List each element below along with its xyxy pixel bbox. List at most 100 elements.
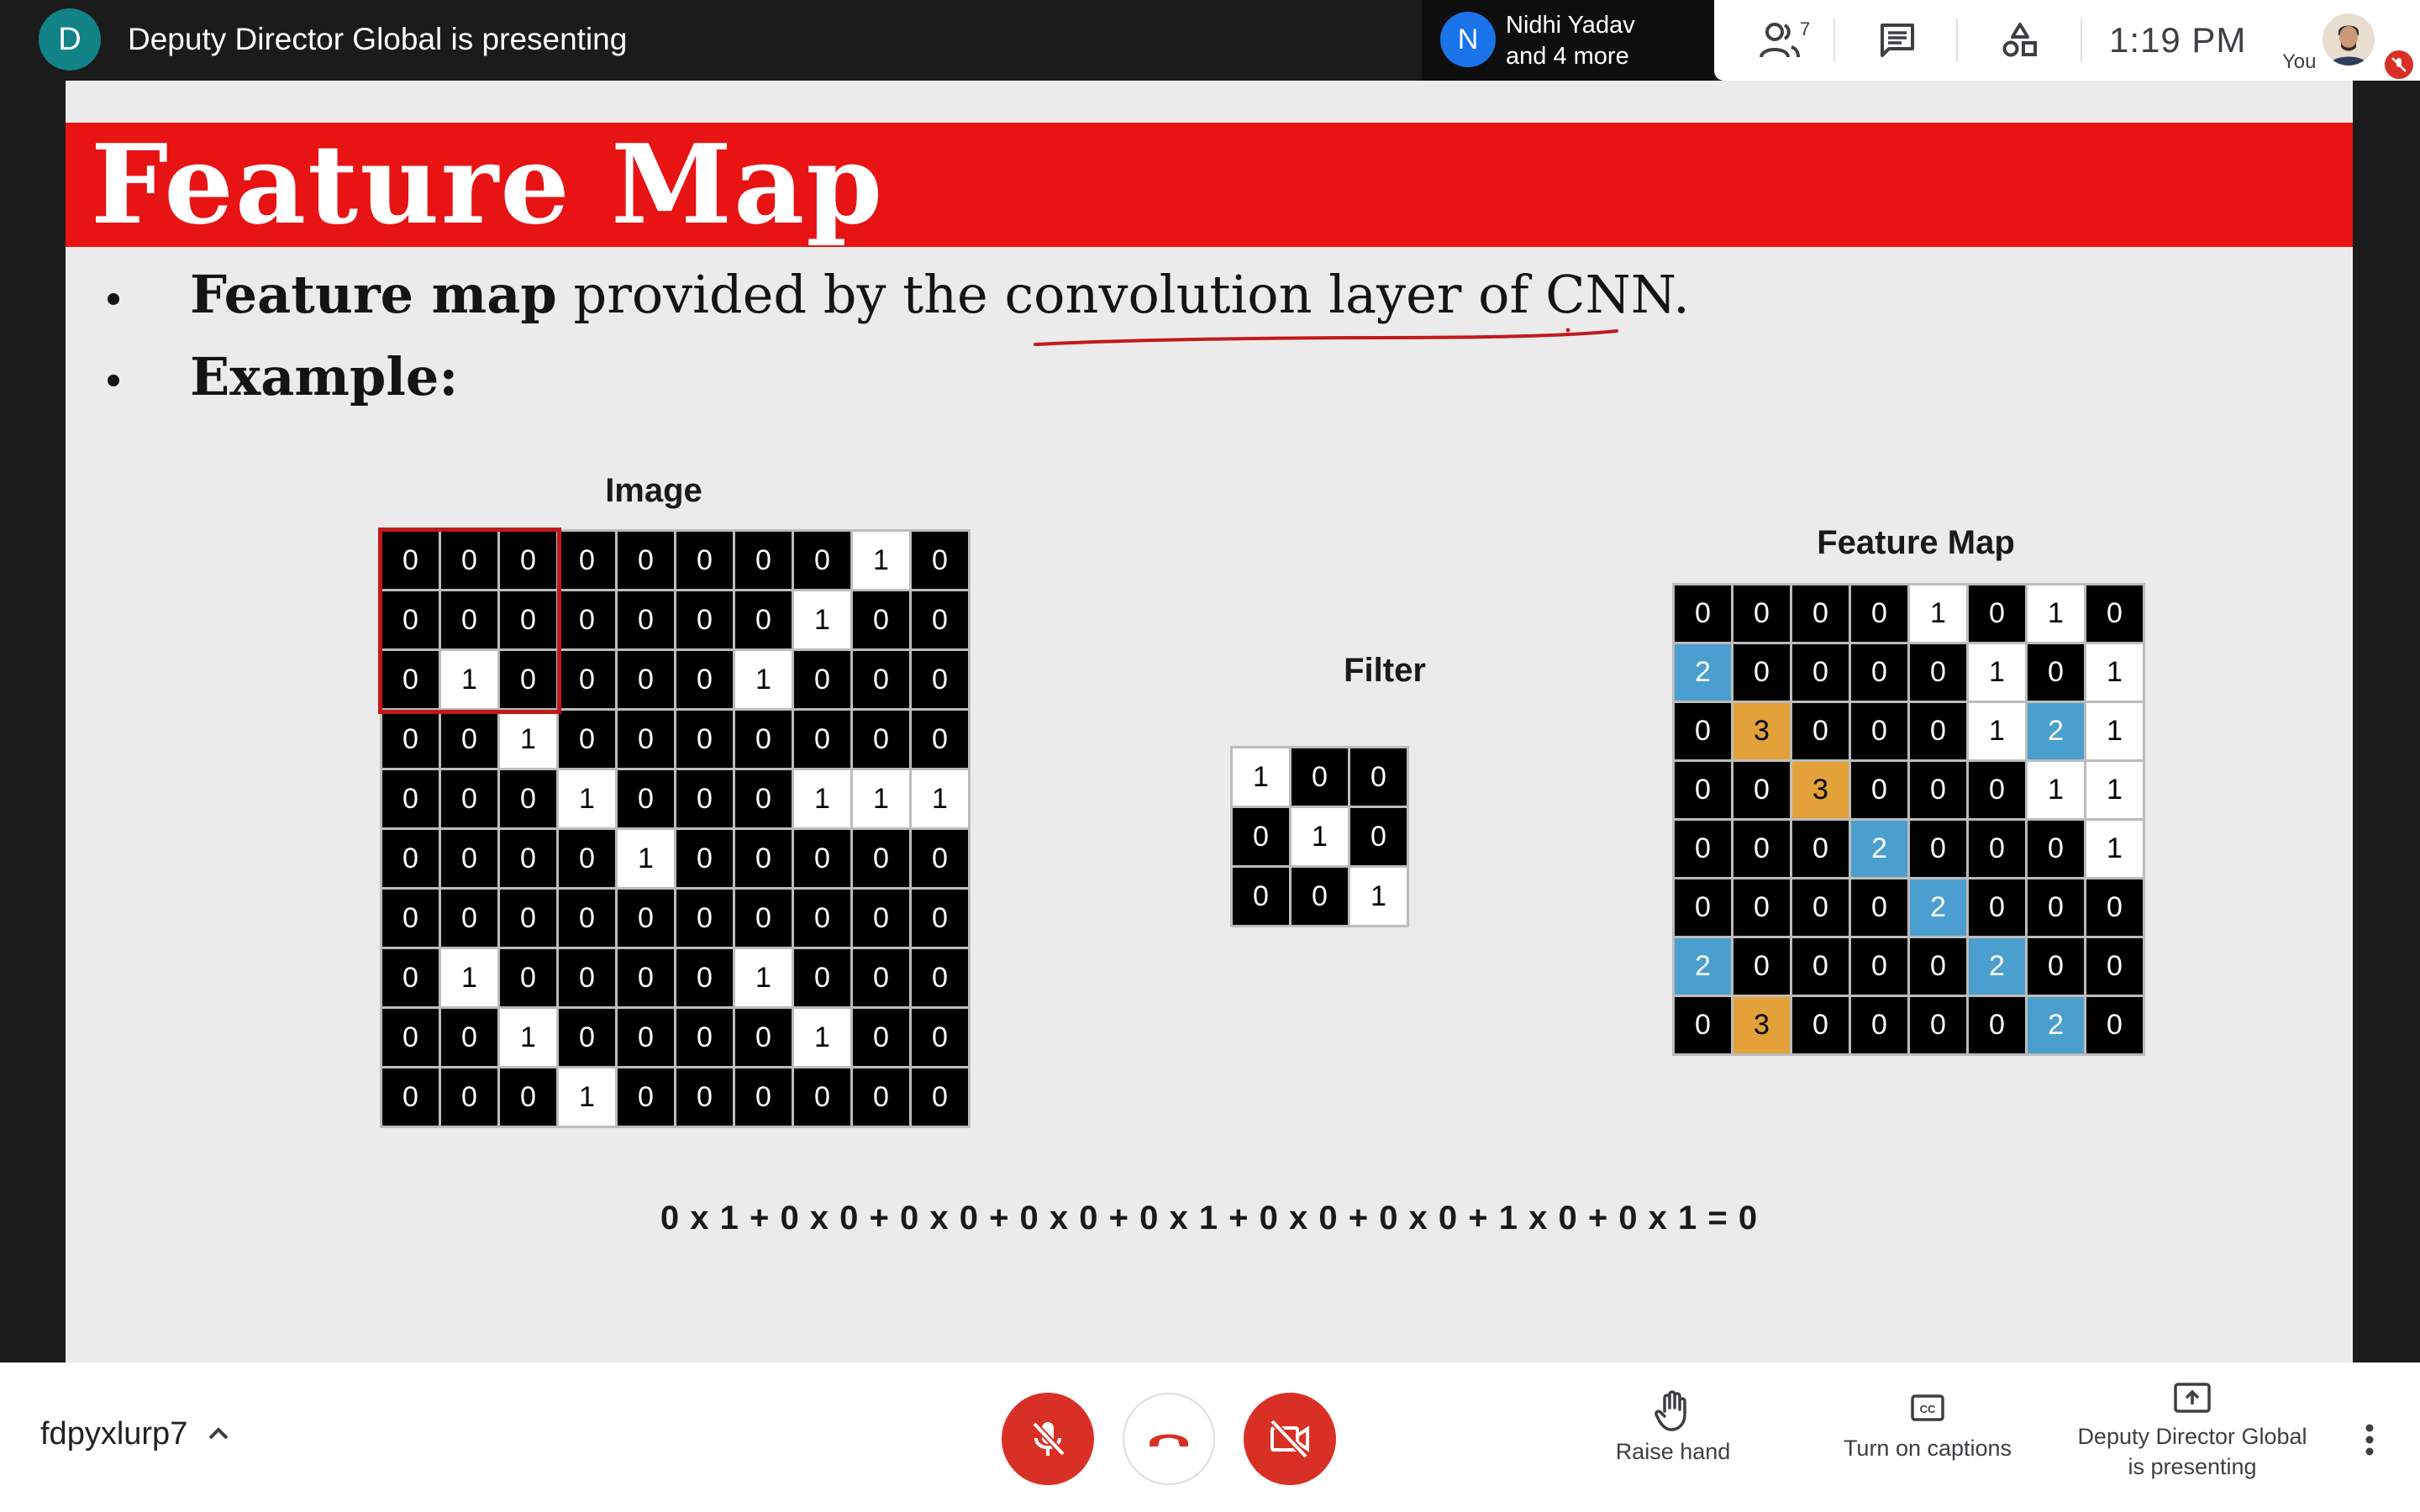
camera-toggle-button[interactable] xyxy=(1244,1393,1336,1485)
camera-off-icon xyxy=(1270,1419,1309,1459)
grid-cell: 0 xyxy=(2028,938,2084,995)
grid-cell: 0 xyxy=(441,770,497,827)
grid-cell: 0 xyxy=(618,1009,674,1066)
grid-cell: 1 xyxy=(441,949,497,1006)
self-avatar[interactable] xyxy=(2323,13,2375,66)
grid-cell: 2 xyxy=(1851,821,1907,877)
grid-cell: 0 xyxy=(500,830,556,887)
grid-cell: 0 xyxy=(1851,585,1907,642)
activities-button[interactable] xyxy=(1996,17,2044,64)
grid-cell: 0 xyxy=(618,711,674,768)
grid-cell: 0 xyxy=(1792,644,1849,701)
grid-cell: 0 xyxy=(500,890,556,947)
grid-cell: 1 xyxy=(559,1068,615,1126)
grid-cell: 0 xyxy=(1792,879,1849,936)
grid-cell: 0 xyxy=(1969,821,2025,877)
chevron-up-icon[interactable] xyxy=(205,1420,232,1446)
bullet-dot xyxy=(108,293,119,305)
grid-cell: 0 xyxy=(676,770,733,827)
participant-name: Nidhi Yadav xyxy=(1506,12,1635,39)
people-count: 7 xyxy=(1800,18,1811,39)
grid-cell: 3 xyxy=(1733,997,1790,1053)
grid-cell: 0 xyxy=(618,1068,674,1126)
grid-cell: 1 xyxy=(559,770,615,827)
grid-cell: 0 xyxy=(2086,585,2143,642)
grid-cell: 1 xyxy=(2086,762,2143,818)
grid-cell: 0 xyxy=(500,770,556,827)
grid-cell: 0 xyxy=(1910,644,1966,701)
grid-cell: 0 xyxy=(794,1068,850,1126)
grid-cell: 0 xyxy=(1350,748,1407,806)
grid-cell: 1 xyxy=(735,949,792,1006)
grid-cell: 0 xyxy=(912,711,968,768)
captions-button[interactable]: CC Turn on captions xyxy=(1828,1388,2027,1463)
grid-cell: 0 xyxy=(912,1009,968,1066)
mic-off-icon xyxy=(1032,1421,1065,1457)
raise-hand-button[interactable]: Raise hand xyxy=(1597,1388,1749,1467)
grid-cell: 0 xyxy=(676,591,733,648)
grid-cell: 0 xyxy=(618,770,674,827)
grid-cell: 1 xyxy=(912,770,968,827)
grid-cell: 2 xyxy=(2028,997,2084,1053)
captions-label: Turn on captions xyxy=(1843,1436,2012,1461)
grid-cell: 0 xyxy=(676,651,733,708)
grid-cell: 0 xyxy=(1675,703,1731,759)
divider xyxy=(2081,18,2082,62)
grid-cell: 0 xyxy=(1969,879,2025,936)
grid-cell: 0 xyxy=(735,532,792,589)
grid-cell: 0 xyxy=(2028,879,2084,936)
grid-cell: 3 xyxy=(1792,762,1849,818)
grid-cell: 1 xyxy=(853,770,909,827)
raise-hand-icon xyxy=(1655,1390,1686,1431)
grid-cell: 0 xyxy=(1792,997,1849,1053)
more-options-icon[interactable] xyxy=(2360,1421,2380,1458)
grid-cell: 0 xyxy=(2086,879,2143,936)
grid-cell: 0 xyxy=(912,1068,968,1126)
grid-cell: 0 xyxy=(1733,762,1790,818)
grid-cell: 1 xyxy=(500,1009,556,1066)
bottom-bar: fdpyxlurp7 Raise hand CC Turn on caption… xyxy=(0,1362,2420,1512)
end-call-button[interactable] xyxy=(1123,1393,1215,1485)
grid-cell: 0 xyxy=(735,1068,792,1126)
grid-cell: 0 xyxy=(382,1068,439,1126)
title-band: Feature Map xyxy=(66,123,2353,247)
shared-slide: Feature Map Feature map provided by the … xyxy=(66,81,2353,1362)
grid-cell: 0 xyxy=(1910,938,1966,995)
people-button[interactable]: 7 xyxy=(1758,17,1810,64)
grid-cell: 0 xyxy=(559,532,615,589)
clock: 1:19 PM xyxy=(2109,20,2247,60)
participant-chip[interactable]: N Nidhi Yadav and 4 more xyxy=(1422,0,1714,81)
chat-button[interactable] xyxy=(1874,17,1921,64)
grid-cell: 0 xyxy=(441,890,497,947)
bullet-text: provided by the convolution layer of CNN… xyxy=(556,264,1690,325)
grid-cell: 0 xyxy=(1910,997,1966,1053)
grid-cell: 1 xyxy=(794,591,850,648)
grid-cell: 0 xyxy=(618,890,674,947)
receptive-field-highlight xyxy=(378,528,561,714)
grid-cell: 0 xyxy=(1733,585,1790,642)
grid-cell: 0 xyxy=(1910,821,1966,877)
presenting-status-button[interactable]: Deputy Director Global is presenting xyxy=(2064,1379,2321,1482)
grid-cell: 0 xyxy=(1969,585,2025,642)
grid-cell: 0 xyxy=(676,890,733,947)
top-bar: D Deputy Director Global is presenting N… xyxy=(0,0,2420,81)
grid-cell: 0 xyxy=(559,949,615,1006)
grid-cell: 0 xyxy=(853,830,909,887)
grid-cell: 0 xyxy=(441,1009,497,1066)
bullet-bold-text: Feature map xyxy=(190,264,557,325)
end-call-icon xyxy=(1150,1434,1188,1446)
grid-cell: 0 xyxy=(1733,938,1790,995)
grid-cell: 0 xyxy=(559,651,615,708)
grid-cell: 0 xyxy=(1910,703,1966,759)
bullet-dot xyxy=(108,375,119,386)
grid-cell: 0 xyxy=(853,949,909,1006)
grid-cell: 0 xyxy=(1792,821,1849,877)
grid-cell: 0 xyxy=(382,949,439,1006)
microphone-toggle-button[interactable] xyxy=(1002,1393,1094,1485)
svg-text:CC: CC xyxy=(1920,1403,1936,1415)
divider xyxy=(1833,18,1835,62)
slide-title: Feature Map xyxy=(91,120,885,249)
grid-cell: 0 xyxy=(853,591,909,648)
grid-cell: 2 xyxy=(1675,938,1731,995)
grid-cell: 0 xyxy=(500,949,556,1006)
